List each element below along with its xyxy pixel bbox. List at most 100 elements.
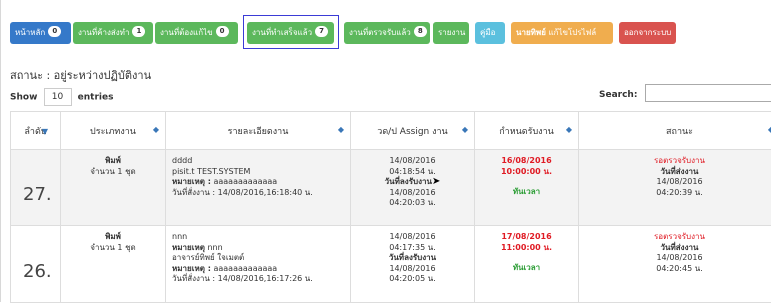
header-due-label: กำหนดรับงาน [499, 127, 554, 137]
recv-time: 04:20:05 น. [357, 274, 468, 285]
row-number: 27. [11, 150, 61, 226]
sent-date: 14/08/2016 [585, 253, 771, 264]
header-type[interactable]: ประเภทงาน ◆ [61, 112, 166, 150]
row-type: พิมพ์ จำนวน 1 ชุด [61, 226, 166, 303]
row-assign: 14/08/2016 04:18:54 น. วันที่ลงรับงาน➤ 1… [351, 150, 475, 226]
nav-revise-button[interactable]: งานที่ต้องแก้ไข0 [155, 22, 238, 44]
detail-line: dddd [172, 156, 344, 167]
note-value: nnn [207, 243, 222, 252]
sent-date: 14/08/2016 [585, 177, 771, 188]
header-detail[interactable]: รายละเอียดงาน ◆ [166, 112, 351, 150]
row-type: พิมพ์ จำนวน 1 ชุด [61, 150, 166, 226]
detail-line: nnn [172, 232, 344, 243]
nav-profile-edit-label: แก้ไขโปรไฟล์ [548, 28, 596, 37]
due-date: 16/08/2016 [481, 156, 572, 167]
entries-select[interactable]: 10 [44, 88, 72, 106]
nav-report-button[interactable]: รายงาน [433, 22, 469, 44]
row-due: 17/08/2016 11:00:00 น. ทันเวลา [475, 226, 579, 303]
row-detail: nnn หมายเหตุ nnn อาจารย์ทิพย์ ใจเมตต์ หม… [166, 226, 351, 303]
row-detail: dddd pisit.t TEST.SYSTEM หมายเหตุ : aaaa… [166, 150, 351, 226]
recv-label: วันที่ลงรับงาน [385, 177, 432, 186]
recv-label: วันที่ลงรับงาน [357, 253, 468, 264]
selection-highlight [243, 15, 339, 49]
due-time: 11:00:00 น. [481, 243, 572, 254]
table-row[interactable]: 27. พิมพ์ จำนวน 1 ชุด dddd pisit.t TEST.… [11, 150, 771, 226]
sort-asc-icon: ▼ [42, 127, 48, 136]
spacer [481, 177, 572, 187]
header-detail-label: รายละเอียดงาน [228, 127, 289, 137]
assign-time: 04:18:54 น. [357, 167, 468, 178]
type-qty: จำนวน 1 ชุด [67, 167, 159, 178]
nav-tasks-button[interactable]: งานที่ค้างส่งทำ1 [73, 22, 153, 44]
nav-tasks-badge: 1 [132, 26, 145, 37]
nav-approved-button[interactable]: งานที่ตรวจรับแล้ว8 [344, 22, 430, 44]
sent-time: 04:20:45 น. [585, 264, 771, 275]
sent-time: 04:20:39 น. [585, 188, 771, 199]
sort-icon: ◆ [338, 125, 344, 134]
recv-label-wrap: วันที่ลงรับงาน➤ [357, 177, 468, 188]
recv-date: 14/08/2016 [357, 264, 468, 275]
row-due: 16/08/2016 10:00:00 น. ทันเวลา [475, 150, 579, 226]
status-text: รอตรวจรับงาน [585, 232, 771, 243]
note-label: หมายเหตุ [172, 243, 205, 252]
due-status: ทันเวลา [481, 263, 572, 274]
nav-profile-button[interactable]: นายทิพย์ แก้ไขโปรไฟล์ [511, 22, 613, 44]
due-time: 10:00:00 น. [481, 167, 572, 178]
detail-line: pisit.t TEST.SYSTEM [172, 167, 344, 178]
order-date: วันที่สั่งงาน : 14/08/2016,16:17:26 น. [172, 274, 344, 285]
assign-time: 04:17:35 น. [357, 243, 468, 254]
entries-control: Show 10 entries [10, 88, 113, 106]
detail-note: หมายเหตุ : aaaaaaaaaaaaa [172, 177, 344, 188]
nav-logout-button[interactable]: ออกจากระบบ [619, 22, 676, 44]
due-status: ทันเวลา [481, 187, 572, 198]
nav-logout-label: ออกจากระบบ [624, 28, 671, 37]
row-status: รอตรวจรับงาน วันที่ส่งงาน 14/08/2016 04:… [579, 150, 771, 226]
sent-label: วันที่ส่งงาน [585, 243, 771, 254]
mouse-cursor-icon: ➤ [432, 176, 440, 187]
nav-profile-name: นายทิพย์ [516, 28, 546, 37]
nav-revise-label: งานที่ต้องแก้ไข [160, 28, 213, 37]
nav-manual-button[interactable]: คู่มือ [475, 22, 505, 44]
row-number: 26. [11, 226, 61, 303]
nav-home-badge: 0 [48, 26, 61, 37]
header-due[interactable]: กำหนดรับงาน ◆ [475, 112, 579, 150]
header-status-label: สถานะ [666, 127, 693, 137]
order-date: วันที่สั่งงาน : 14/08/2016,16:18:40 น. [172, 188, 344, 199]
assign-date: 14/08/2016 [357, 156, 468, 167]
header-status[interactable]: สถานะ◆ [579, 112, 771, 150]
search-input[interactable] [645, 84, 771, 102]
recv-date: 14/08/2016 [357, 188, 468, 199]
nav-tasks-label: งานที่ค้างส่งทำ [78, 28, 129, 37]
recv-time: 04:20:03 น. [357, 198, 468, 209]
nav-manual-label: คู่มือ [480, 28, 495, 37]
row-assign: 14/08/2016 04:17:35 น. วันที่ลงรับงาน 14… [351, 226, 475, 303]
nav-revise-badge: 0 [216, 26, 229, 37]
nav-home-button[interactable]: หน้าหลัก0 [10, 22, 71, 44]
note-label: หมายเหตุ : [172, 177, 211, 186]
note-label: หมายเหตุ : [172, 264, 211, 273]
assign-date: 14/08/2016 [357, 232, 468, 243]
table-header-row: ลำดับ▼ ประเภทงาน ◆ รายละเอียดงาน ◆ วด/ป As… [11, 112, 771, 150]
sort-icon: ◆ [566, 125, 572, 134]
row-status: รอตรวจรับงาน วันที่ส่งงาน 14/08/2016 04:… [579, 226, 771, 303]
sent-label: วันที่ส่งงาน [585, 167, 771, 178]
type-qty: จำนวน 1 ชุด [67, 243, 159, 254]
nav-home-label: หน้าหลัก [15, 28, 45, 37]
sort-icon: ◆ [153, 125, 159, 134]
nav-approved-label: งานที่ตรวจรับแล้ว [349, 28, 411, 37]
note-value: aaaaaaaaaaaaa [213, 264, 277, 273]
type-name: พิมพ์ [67, 156, 159, 167]
header-type-label: ประเภทงาน [90, 127, 136, 137]
entries-label: entries [78, 93, 114, 103]
note-value: aaaaaaaaaaaaa [213, 177, 277, 186]
search-label: Search: [599, 90, 637, 100]
sort-icon: ◆ [462, 125, 468, 134]
header-assign[interactable]: วด/ป Assign งาน ◆ [351, 112, 475, 150]
nav-approved-badge: 8 [414, 26, 427, 37]
nav-report-label: รายงาน [438, 28, 465, 37]
table-row[interactable]: 26. พิมพ์ จำนวน 1 ชุด nnn หมายเหตุ nnn อ… [11, 226, 771, 303]
type-name: พิมพ์ [67, 232, 159, 243]
detail-note: หมายเหตุ : aaaaaaaaaaaaa [172, 264, 344, 275]
header-order[interactable]: ลำดับ▼ [11, 112, 61, 150]
header-assign-label: วด/ป Assign งาน [377, 127, 447, 137]
